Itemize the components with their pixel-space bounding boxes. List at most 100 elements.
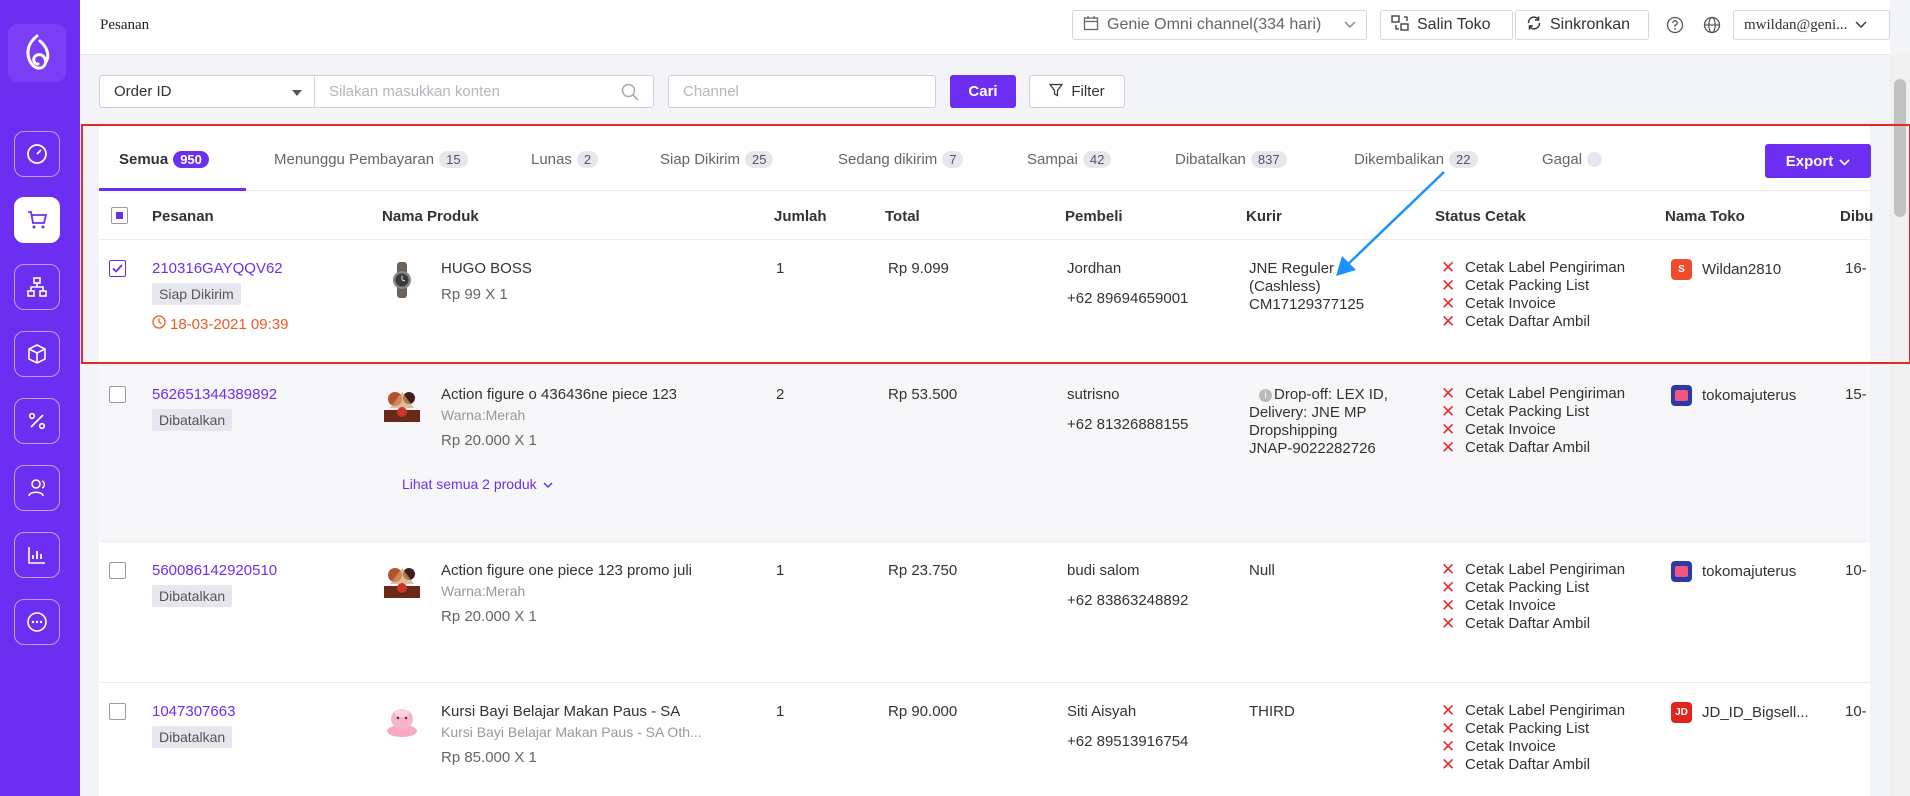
price-qty: Rp 99 X 1 — [441, 286, 508, 303]
print-label: Cetak Invoice — [1465, 294, 1556, 312]
print-label: Cetak Packing List — [1465, 402, 1590, 420]
table-row[interactable]: 560086142920510 Dibatalkan Action figure… — [99, 542, 1870, 683]
price-qty: Rp 20.000 X 1 — [441, 608, 537, 625]
copy-store-icon — [1391, 14, 1409, 36]
print-status-item[interactable]: ✕ Cetak Daftar Ambil — [1441, 310, 1625, 332]
box-icon[interactable] — [14, 331, 60, 377]
courier-line: Null — [1249, 562, 1275, 579]
report-chart-icon[interactable] — [14, 532, 60, 578]
search-input[interactable]: Silakan masukkan konten — [314, 75, 654, 108]
print-status-item[interactable]: ✕ Cetak Label Pengiriman — [1441, 558, 1625, 580]
language-globe-icon[interactable] — [1703, 16, 1721, 39]
hierarchy-icon[interactable] — [14, 264, 60, 310]
page-scrollbar[interactable] — [1890, 55, 1910, 796]
sync-label: Sinkronkan — [1550, 16, 1631, 33]
channel-input[interactable]: Channel — [668, 75, 936, 108]
quantity: 1 — [776, 562, 785, 579]
row-checkbox[interactable] — [109, 562, 126, 579]
print-status-list: ✕ Cetak Label Pengiriman ✕ Cetak Packing L… — [1441, 256, 1625, 332]
courier-info: i Drop-off: LEX ID, Delivery: JNE MP Dro… — [1249, 386, 1388, 458]
top-bar: Pesanan Genie Omni channel(334 hari) Sal… — [80, 0, 1890, 55]
row-checkbox[interactable] — [109, 703, 126, 720]
product-image-baby-chair[interactable] — [382, 701, 422, 741]
info-icon[interactable]: i — [1259, 388, 1272, 402]
channel-selector[interactable]: Genie Omni channel(334 hari) — [1072, 10, 1367, 40]
order-id-link[interactable]: 210316GAYQQV62 — [152, 260, 283, 277]
tab-siap-dikirim[interactable]: Siap Dikirim 25 — [660, 151, 774, 168]
print-status-item[interactable]: ✕ Cetak Daftar Ambil — [1441, 612, 1625, 634]
price-qty: Rp 85.000 X 1 — [441, 749, 537, 766]
tab-lunas[interactable]: Lunas 2 — [531, 151, 599, 168]
sync-icon — [1526, 15, 1542, 36]
print-status-item[interactable]: ✕ Cetak Label Pengiriman — [1441, 699, 1625, 721]
total: Rp 53.500 — [888, 386, 958, 403]
dashboard-icon[interactable] — [14, 131, 60, 177]
order-id-link[interactable]: 562651344389892 — [152, 386, 277, 403]
product-name[interactable]: Kursi Bayi Belajar Makan Paus - SA — [441, 703, 680, 720]
column-header: Pembeli — [1065, 208, 1123, 225]
app-logo-icon[interactable] — [8, 24, 66, 82]
tab-label: Gagal — [1542, 151, 1583, 168]
copy-store-button[interactable]: Salin Toko — [1380, 10, 1513, 40]
print-status-item[interactable]: ✕ Cetak Daftar Ambil — [1441, 753, 1625, 775]
quantity: 1 — [776, 260, 785, 277]
search-field-select[interactable]: Order ID — [99, 75, 315, 108]
status-badge: Siap Dikirim — [152, 283, 241, 305]
product-image-watch[interactable] — [382, 260, 422, 300]
sync-button[interactable]: Sinkronkan — [1515, 10, 1649, 40]
orders-card: Semua 950 Menunggu Pembayaran 15 Lunas 2 Si… — [99, 125, 1873, 796]
shop-name-cell: S Wildan2810 — [1671, 259, 1781, 280]
help-icon[interactable] — [1666, 16, 1684, 39]
user-menu[interactable]: mwildan@geni... — [1733, 10, 1890, 40]
search-placeholder: Silakan masukkan konten — [329, 83, 500, 100]
table-row[interactable]: 562651344389892 Dibatalkan Action figure… — [99, 366, 1870, 542]
customers-icon[interactable] — [14, 465, 60, 511]
page-title: Pesanan — [100, 17, 150, 33]
buyer-name: Siti Aisyah — [1067, 703, 1137, 720]
product-name[interactable]: HUGO BOSS — [441, 260, 532, 277]
product-image-figure[interactable] — [382, 560, 422, 600]
chat-icon[interactable] — [14, 599, 60, 645]
export-button[interactable]: Export — [1765, 144, 1871, 178]
jd-id-icon: JD — [1671, 702, 1692, 723]
buyer-phone: +62 81326888155 — [1067, 416, 1189, 433]
search-button[interactable]: Cari — [950, 75, 1016, 108]
shop-name: tokomajuterus — [1702, 563, 1797, 580]
tab-sedang-dikirim[interactable]: Sedang dikirim 7 — [838, 151, 964, 168]
print-status-item[interactable]: ✕ Cetak Label Pengiriman — [1441, 256, 1625, 278]
discount-icon[interactable] — [14, 398, 60, 444]
quantity: 1 — [776, 703, 785, 720]
product-image-figure[interactable] — [382, 384, 422, 424]
column-header: Nama Toko — [1665, 208, 1745, 225]
product-name[interactable]: Action figure o 436436ne piece 123 — [441, 386, 677, 403]
row-checkbox[interactable] — [109, 386, 126, 403]
table-row[interactable]: 210316GAYQQV62 Siap Dikirim 18-03-2021 0… — [99, 240, 1870, 366]
tab-sampai[interactable]: Sampai 42 — [1027, 151, 1112, 168]
scrollbar-thumb[interactable] — [1894, 79, 1906, 217]
see-all-products-link[interactable]: Lihat semua 2 produk — [402, 476, 553, 492]
courier-line: Delivery: JNE MP — [1249, 404, 1367, 421]
tab-count: 42 — [1082, 151, 1112, 168]
print-label: Cetak Daftar Ambil — [1465, 614, 1591, 632]
courier-line: Drop-off: LEX ID, — [1274, 386, 1388, 403]
tab-dibatalkan[interactable]: Dibatalkan 837 — [1175, 151, 1287, 168]
status-label: Dibatalkan — [152, 409, 233, 431]
tab-gagal[interactable]: Gagal — [1542, 151, 1603, 168]
print-label: Cetak Invoice — [1465, 596, 1556, 614]
select-all-checkbox[interactable] — [111, 207, 128, 224]
filter-button[interactable]: Filter — [1029, 75, 1125, 108]
caret-down-icon — [292, 90, 302, 96]
product-name[interactable]: Action figure one piece 123 promo juli — [441, 562, 692, 579]
cart-icon[interactable] — [14, 197, 60, 243]
table-row[interactable]: 1047307663 Dibatalkan Kursi Bayi Belajar… — [99, 683, 1870, 796]
order-id-link[interactable]: 560086142920510 — [152, 562, 277, 579]
print-status-item[interactable]: ✕ Cetak Daftar Ambil — [1441, 436, 1625, 458]
tab-dikembalikan[interactable]: Dikembalikan 22 — [1354, 151, 1478, 168]
row-checkbox[interactable] — [109, 260, 126, 277]
cross-icon: ✕ — [1441, 559, 1456, 579]
print-status-item[interactable]: ✕ Cetak Label Pengiriman — [1441, 382, 1625, 404]
order-id-link[interactable]: 1047307663 — [152, 703, 235, 720]
column-header: Total — [885, 208, 920, 225]
tab-menunggu-pembayaran[interactable]: Menunggu Pembayaran 15 — [274, 151, 468, 168]
tab-semua[interactable]: Semua 950 — [119, 151, 209, 168]
